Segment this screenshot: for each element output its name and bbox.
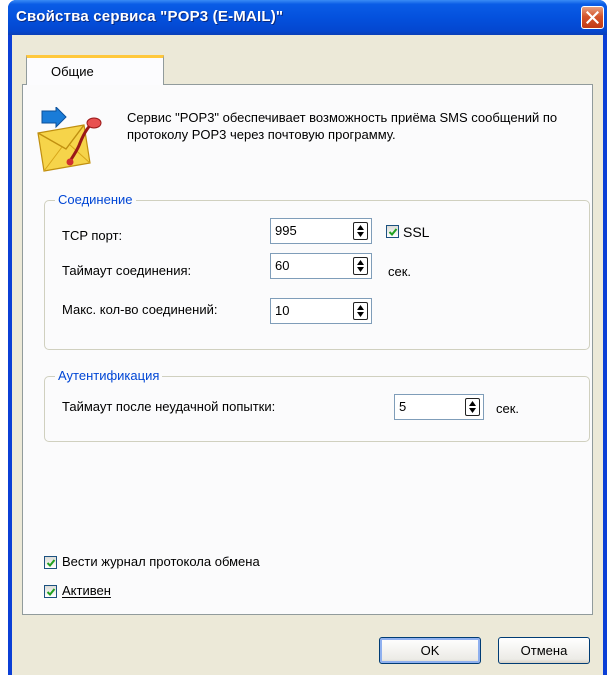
max-connections-stepper[interactable]: 10 <box>270 298 372 324</box>
ssl-checkbox[interactable] <box>386 225 399 238</box>
fail-timeout-value: 5 <box>399 399 407 414</box>
checkmark-icon <box>388 228 398 236</box>
title-bar[interactable]: Свойства сервиса "POP3 (E-MAIL)" <box>8 0 607 35</box>
ok-button[interactable]: OK <box>379 637 481 664</box>
close-icon <box>586 11 599 24</box>
cancel-button[interactable]: Отмена <box>498 637 590 664</box>
mail-envelope-icon <box>37 107 102 172</box>
dialog-body: Общие Сервис "POP3" обеспечивает возможн… <box>12 35 603 675</box>
log-label: Вести журнал протокола обмена <box>62 554 260 569</box>
spin-arrows-icon[interactable] <box>353 257 368 275</box>
tcp-port-stepper[interactable]: 995 <box>270 218 372 244</box>
checkmark-icon <box>46 588 56 596</box>
spin-arrows-icon[interactable] <box>353 302 368 320</box>
spin-arrows-icon[interactable] <box>353 222 368 240</box>
close-button[interactable] <box>581 6 604 29</box>
tcp-port-label: TCP порт: <box>62 228 123 243</box>
window-title: Свойства сервиса "POP3 (E-MAIL)" <box>16 8 284 25</box>
log-checkbox[interactable] <box>44 556 57 569</box>
checkmark-icon <box>46 559 56 567</box>
max-connections-label: Макс. кол-во соединений: <box>62 302 218 317</box>
max-connections-value: 10 <box>275 303 290 318</box>
connection-timeout-unit: сек. <box>388 264 412 279</box>
tab-general[interactable]: Общие <box>26 55 164 85</box>
active-checkbox[interactable] <box>44 585 57 598</box>
fail-timeout-stepper[interactable]: 5 <box>394 394 484 420</box>
tab-general-label: Общие <box>51 64 94 79</box>
fail-timeout-unit: сек. <box>496 401 520 416</box>
connection-timeout-value: 60 <box>275 258 290 273</box>
connection-group-title: Соединение <box>55 192 136 207</box>
fail-timeout-label: Таймаут после неудачной попытки: <box>62 399 276 414</box>
ssl-label: SSL <box>403 224 430 240</box>
spin-arrows-icon[interactable] <box>465 398 480 416</box>
connection-timeout-stepper[interactable]: 60 <box>270 253 372 279</box>
connection-timeout-label: Таймаут соединения: <box>62 263 192 278</box>
dialog-window: Свойства сервиса "POP3 (E-MAIL)" Общие С… <box>8 0 607 675</box>
authentication-group-title: Аутентификация <box>55 368 163 383</box>
active-label: Активен <box>62 583 111 598</box>
tcp-port-value: 995 <box>275 223 297 238</box>
service-description: Сервис "POP3" обеспечивает возможность п… <box>127 110 558 142</box>
